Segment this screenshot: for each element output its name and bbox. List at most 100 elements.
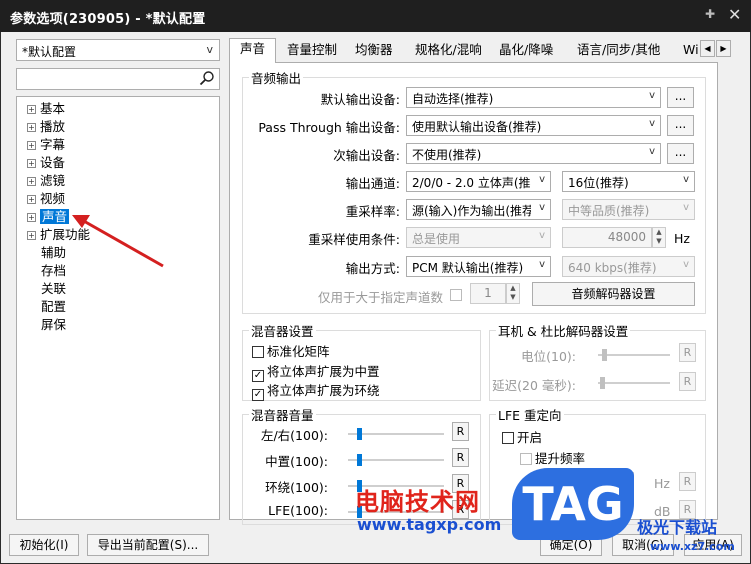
chevron-down-icon: v bbox=[539, 230, 545, 241]
tree-item[interactable]: + 设备 bbox=[27, 154, 65, 172]
slider-thumb[interactable] bbox=[357, 428, 362, 440]
delay-reset-button[interactable]: R bbox=[679, 372, 696, 391]
chevron-down-icon: ▼ bbox=[656, 237, 662, 245]
pin-icon[interactable]: ✚ bbox=[705, 7, 715, 21]
default-device-select[interactable]: 自动选择(推荐) v bbox=[406, 87, 661, 108]
only-channels-input[interactable]: 1 bbox=[470, 283, 506, 304]
mixer-volume-slider[interactable] bbox=[348, 427, 444, 441]
watermark-site: 极光下载站 bbox=[637, 518, 718, 537]
lfe-frequency-reset-button[interactable]: R bbox=[679, 472, 696, 491]
level-reset-button[interactable]: R bbox=[679, 343, 696, 362]
tab[interactable]: 均衡器 bbox=[351, 40, 397, 62]
category-tree: + 基本 + 播放 + 字幕 + 设备 + 滤镜 + 视频 + 声音 + 扩展功能 辅助 存档 关联 配置 屏保 bbox=[16, 96, 220, 520]
secondary-device-select[interactable]: 不使用(推荐) v bbox=[406, 143, 661, 164]
tree-item[interactable]: + 声音 bbox=[27, 208, 70, 226]
tab-scroll-right-icon[interactable]: ▶ bbox=[716, 40, 731, 57]
export-config-button[interactable]: 导出当前配置(S)... bbox=[87, 534, 209, 556]
preset-value: *默认配置 bbox=[22, 45, 77, 59]
tree-item[interactable]: + 视频 bbox=[27, 190, 65, 208]
output-mode-value: PCM 默认输出(推荐) bbox=[412, 261, 524, 275]
expand-icon[interactable]: + bbox=[27, 195, 36, 204]
chevron-down-icon: v bbox=[649, 118, 655, 129]
lfe-enable-checkbox[interactable]: 开启 bbox=[502, 427, 542, 446]
lfe-enable-label: 开启 bbox=[517, 430, 543, 445]
expand-icon[interactable]: + bbox=[27, 123, 36, 132]
tree-item[interactable]: 辅助 bbox=[41, 244, 66, 262]
tree-item[interactable]: 配置 bbox=[41, 298, 66, 316]
tab[interactable]: 音量控制 bbox=[283, 40, 341, 62]
close-icon[interactable]: ✕ bbox=[728, 5, 741, 24]
chevron-down-icon: v bbox=[539, 202, 545, 213]
tree-item-label: 配置 bbox=[41, 299, 67, 314]
level-slider[interactable] bbox=[598, 348, 670, 362]
passthrough-more-button[interactable]: ... bbox=[667, 115, 694, 136]
tab[interactable]: 晶化/降噪 bbox=[495, 40, 557, 62]
mixer-volume-reset-button[interactable]: R bbox=[452, 448, 469, 467]
resample-rate-input[interactable]: 48000 bbox=[562, 227, 652, 248]
channels-select[interactable]: 2/0/0 - 2.0 立体声(推荐) v bbox=[406, 171, 551, 192]
audio-decoder-settings-button[interactable]: 音频解码器设置 bbox=[532, 282, 695, 306]
search-input[interactable] bbox=[16, 68, 220, 90]
preset-select[interactable]: *默认配置 v bbox=[16, 39, 220, 61]
output-mode-select[interactable]: PCM 默认输出(推荐) v bbox=[406, 256, 551, 277]
resample-select[interactable]: 源(输入)作为输出(推荐) v bbox=[406, 199, 551, 220]
only-channels-spinner[interactable]: ▲ ▼ bbox=[506, 283, 520, 304]
secondary-device-label: 次输出设备: bbox=[333, 148, 400, 163]
chevron-down-icon: v bbox=[539, 174, 545, 185]
slider-thumb[interactable] bbox=[357, 454, 362, 466]
initialize-button[interactable]: 初始化(I) bbox=[9, 534, 79, 556]
bitrate-select[interactable]: 640 kbps(推荐) v bbox=[562, 256, 695, 277]
tab[interactable]: 声音 bbox=[229, 38, 277, 63]
secondary-device-more-button[interactable]: ... bbox=[667, 143, 694, 164]
expand-icon[interactable]: + bbox=[27, 177, 36, 186]
expand-center-checkbox[interactable]: ✓ 将立体声扩展为中置 bbox=[252, 361, 380, 382]
mixer-volume-reset-button[interactable]: R bbox=[452, 422, 469, 441]
tree-item-label: 声音 bbox=[40, 209, 70, 224]
tree-item-label: 设备 bbox=[40, 155, 66, 170]
resample-quality-select[interactable]: 中等品质(推荐) v bbox=[562, 199, 695, 220]
normalize-matrix-label: 标准化矩阵 bbox=[267, 344, 330, 359]
delay-slider[interactable] bbox=[598, 376, 670, 390]
expand-icon[interactable]: + bbox=[27, 141, 36, 150]
expand-icon[interactable]: + bbox=[27, 231, 36, 240]
bitrate-value: 640 kbps(推荐) bbox=[568, 261, 657, 275]
slider-track bbox=[348, 433, 444, 435]
tree-item-label: 滤镜 bbox=[40, 173, 66, 188]
tree-item-label: 字幕 bbox=[40, 137, 66, 152]
watermark-url-secondary: www.xz7.com bbox=[650, 540, 735, 553]
resample-quality-value: 中等品质(推荐) bbox=[568, 204, 650, 218]
checkbox-box bbox=[502, 432, 514, 444]
expand-icon[interactable]: + bbox=[27, 105, 36, 114]
bit-depth-select[interactable]: 16位(推荐) v bbox=[562, 171, 695, 192]
tab[interactable]: 规格化/混响 bbox=[411, 40, 486, 62]
tree-item[interactable]: + 基本 bbox=[27, 100, 65, 118]
normalize-matrix-checkbox[interactable]: 标准化矩阵 bbox=[252, 341, 330, 360]
mixer-volume-label: 中置(100): bbox=[265, 454, 328, 469]
tree-item[interactable]: 屏保 bbox=[41, 316, 66, 334]
mixer-volume-slider[interactable] bbox=[348, 453, 444, 467]
tree-item[interactable]: + 字幕 bbox=[27, 136, 65, 154]
default-device-more-button[interactable]: ... bbox=[667, 87, 694, 108]
mixer-volume-label: 左/右(100): bbox=[260, 428, 328, 443]
passthrough-select[interactable]: 使用默认输出设备(推荐) v bbox=[406, 115, 661, 136]
only-channels-checkbox[interactable] bbox=[450, 287, 465, 302]
resample-rate-unit: Hz bbox=[674, 231, 690, 246]
expand-surround-checkbox[interactable]: ✓ 将立体声扩展为环绕 bbox=[252, 380, 380, 401]
tree-item[interactable]: + 播放 bbox=[27, 118, 65, 136]
tab[interactable]: 语言/同步/其他 bbox=[573, 40, 664, 62]
tree-item[interactable]: 存档 bbox=[41, 262, 66, 280]
tab-scroll-left-icon[interactable]: ◀ bbox=[700, 40, 715, 57]
lfe-boost-checkbox[interactable]: 提升频率 bbox=[520, 448, 585, 467]
watermark-logo: TAG bbox=[512, 468, 634, 540]
tree-item-label: 辅助 bbox=[41, 245, 67, 260]
tree-item-label: 基本 bbox=[40, 101, 66, 116]
resample-rate-spinner[interactable]: ▲ ▼ bbox=[652, 227, 666, 248]
lfe-boost-label: 提升频率 bbox=[535, 451, 586, 466]
level-label: 电位(10): bbox=[521, 349, 576, 364]
tree-item[interactable]: 关联 bbox=[41, 280, 66, 298]
expand-icon[interactable]: + bbox=[27, 159, 36, 168]
tree-item[interactable]: + 滤镜 bbox=[27, 172, 65, 190]
expand-icon[interactable]: + bbox=[27, 213, 36, 222]
search-icon[interactable] bbox=[199, 70, 215, 86]
resample-condition-select[interactable]: 总是使用 v bbox=[406, 227, 551, 248]
